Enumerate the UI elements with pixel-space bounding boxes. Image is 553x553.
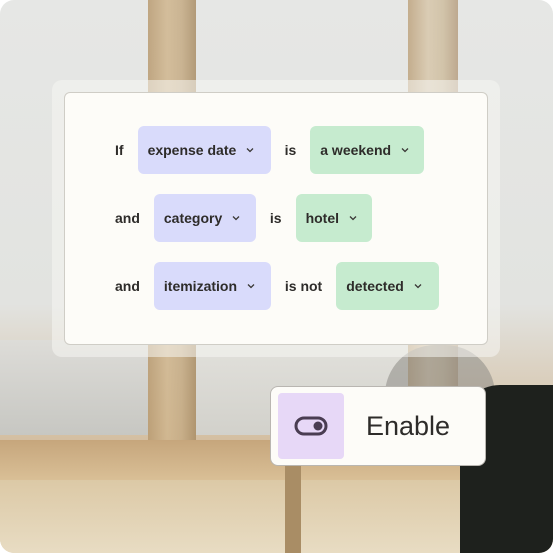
value-dropdown[interactable]: hotel bbox=[295, 194, 372, 242]
rule-connector: and bbox=[115, 278, 140, 294]
scene: If expense date is a weekend and categor… bbox=[0, 0, 553, 553]
rule-row: If expense date is a weekend bbox=[115, 126, 425, 174]
chevron-down-icon bbox=[348, 213, 358, 223]
chevron-down-icon bbox=[246, 281, 256, 291]
rule-operator: is bbox=[269, 210, 282, 226]
field-dropdown-label: category bbox=[163, 210, 223, 226]
toggle-icon bbox=[294, 416, 328, 436]
chevron-down-icon bbox=[413, 281, 423, 291]
chevron-down-icon bbox=[231, 213, 241, 223]
enable-label: Enable bbox=[366, 410, 451, 441]
field-dropdown[interactable]: category bbox=[153, 194, 256, 242]
value-dropdown[interactable]: detected bbox=[336, 262, 440, 310]
rule-builder-card: If expense date is a weekend and categor… bbox=[64, 92, 488, 345]
enable-button[interactable]: Enable bbox=[270, 386, 486, 466]
field-dropdown-label: itemization bbox=[163, 278, 238, 294]
toggle-icon-container bbox=[278, 393, 344, 459]
value-dropdown-label: hotel bbox=[305, 210, 340, 226]
rule-row: and itemization is not detected bbox=[115, 262, 440, 310]
chevron-down-icon bbox=[245, 145, 255, 155]
rule-operator: is not bbox=[284, 278, 323, 294]
rule-row: and category is hotel bbox=[115, 194, 372, 242]
rule-operator: is bbox=[284, 142, 297, 158]
field-dropdown[interactable]: itemization bbox=[153, 262, 271, 310]
rule-connector: and bbox=[115, 210, 140, 226]
value-dropdown-label: detected bbox=[346, 278, 404, 294]
value-dropdown-label: a weekend bbox=[320, 142, 392, 158]
value-dropdown[interactable]: a weekend bbox=[310, 126, 425, 174]
field-dropdown-label: expense date bbox=[147, 142, 237, 158]
chevron-down-icon bbox=[400, 145, 410, 155]
field-dropdown[interactable]: expense date bbox=[137, 126, 271, 174]
rule-connector: If bbox=[115, 142, 124, 158]
background-table-leg bbox=[285, 460, 301, 553]
